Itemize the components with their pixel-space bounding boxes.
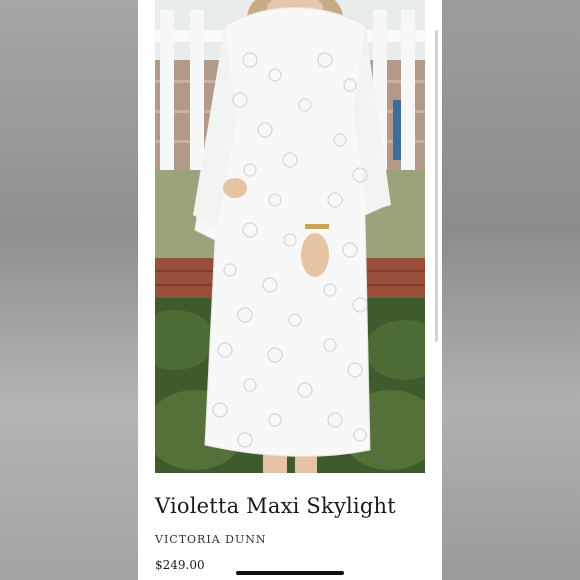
product-photo[interactable] xyxy=(155,0,425,473)
blurred-backdrop-right xyxy=(440,0,580,580)
product-title[interactable]: Violetta Maxi Skylight xyxy=(155,494,435,518)
scrollbar[interactable] xyxy=(435,30,438,342)
product-photo-illustration xyxy=(155,0,425,473)
home-indicator[interactable] xyxy=(236,571,344,575)
product-brand[interactable]: VICTORIA DUNN xyxy=(155,533,266,546)
blurred-backdrop-left xyxy=(0,0,140,580)
product-price: $249.00 xyxy=(155,558,205,572)
product-card: Violetta Maxi Skylight VICTORIA DUNN $24… xyxy=(138,0,442,580)
